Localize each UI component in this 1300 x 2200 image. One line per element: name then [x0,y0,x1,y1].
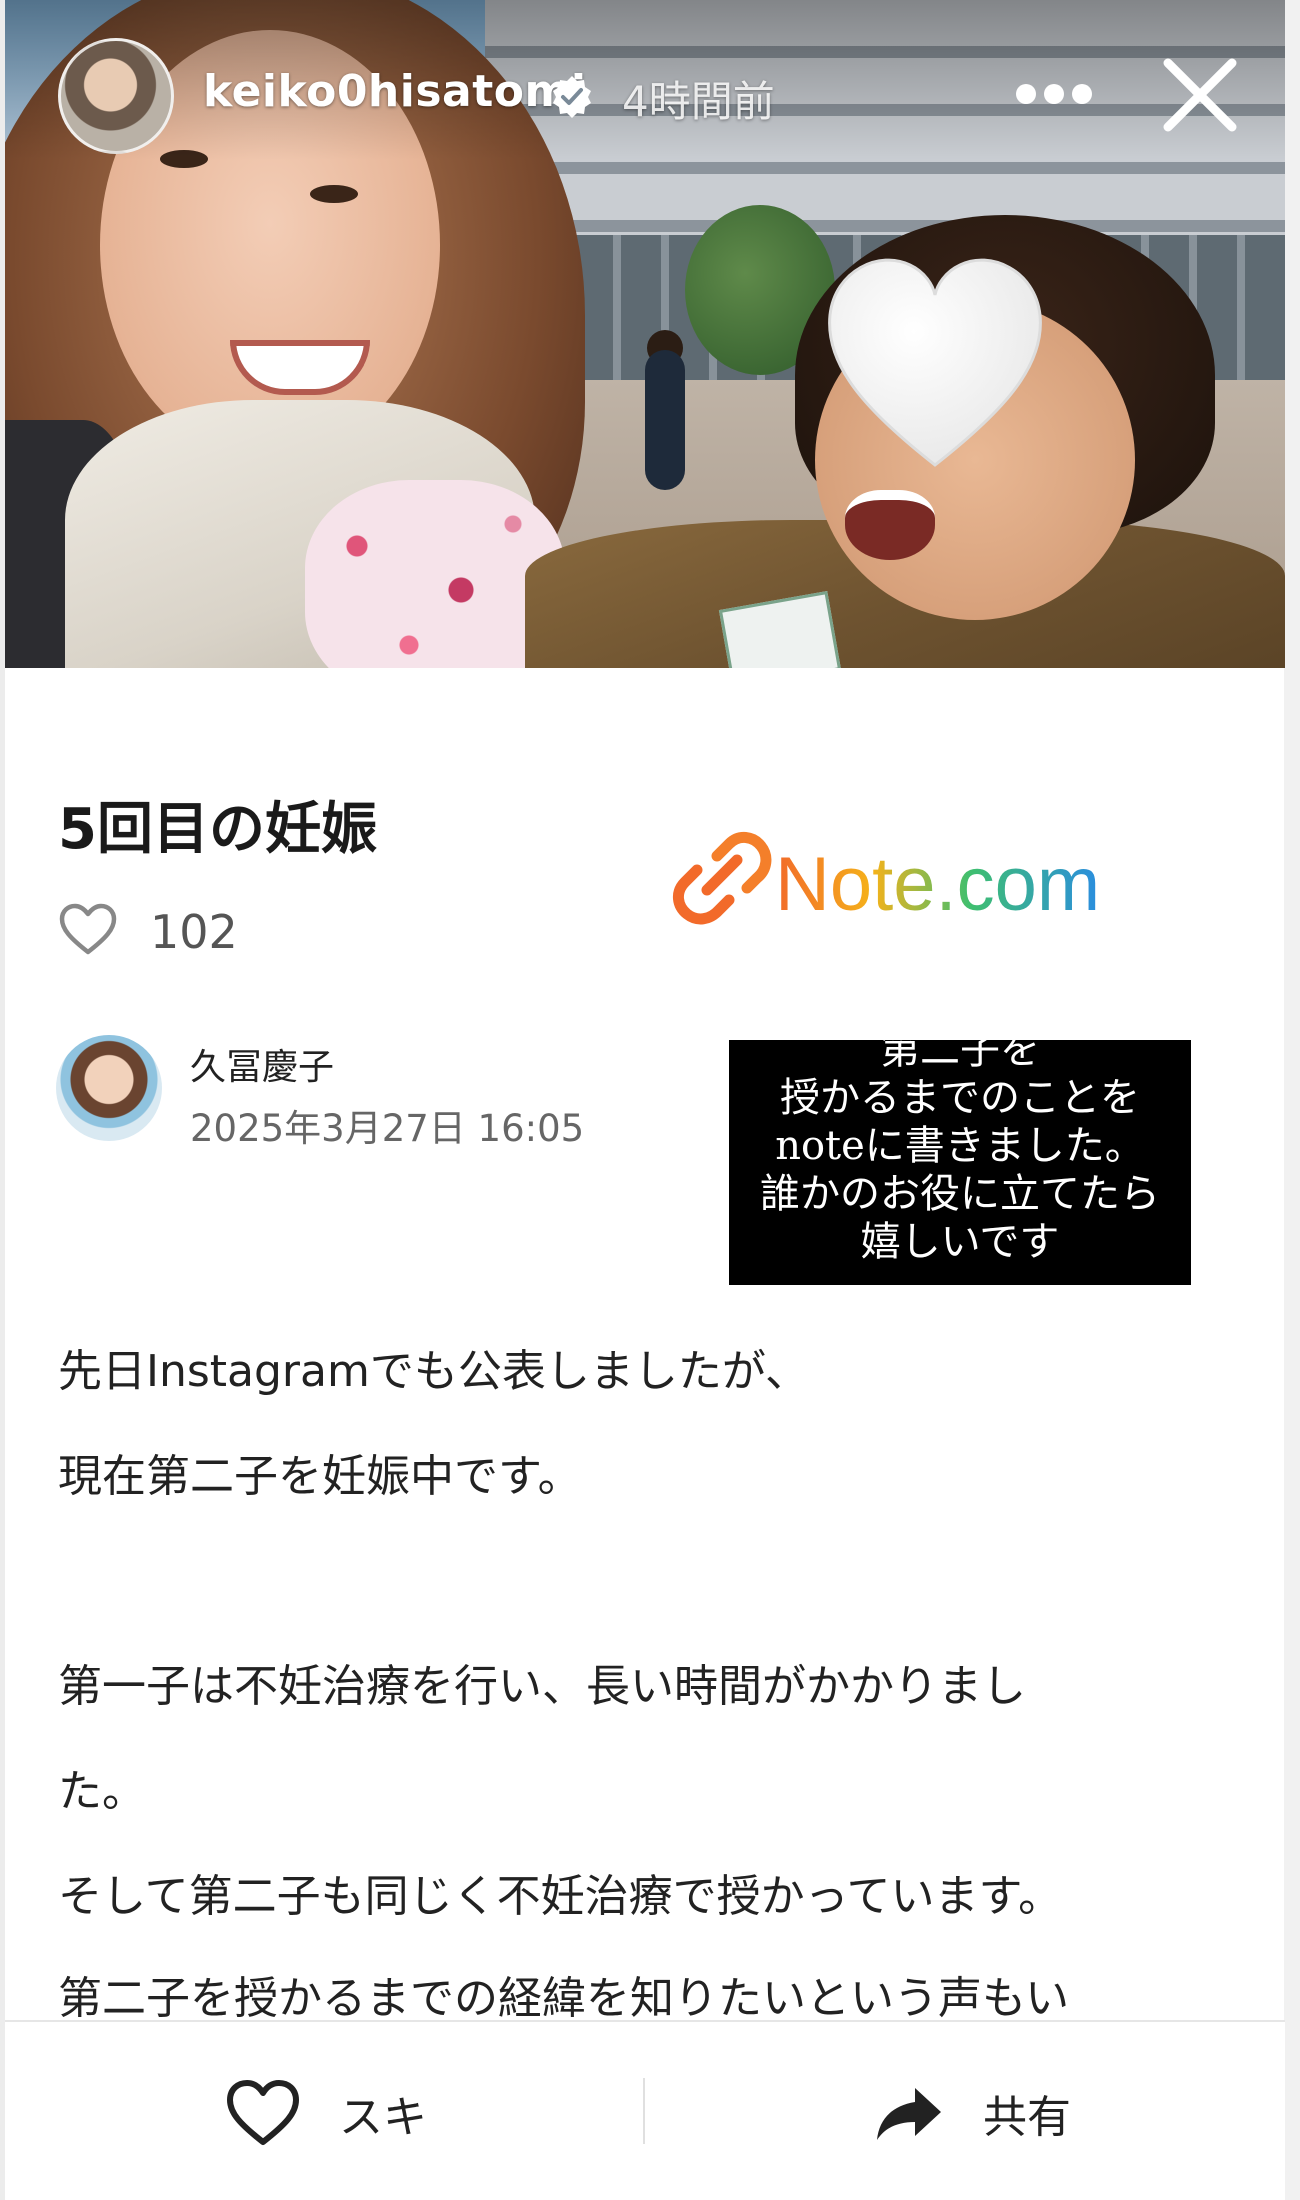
boy-mouth [845,490,935,560]
caption-line: noteに書きました。 [775,1123,1145,1169]
article-body-line: た。 [58,1766,146,1817]
more-dots-icon[interactable] [1014,80,1094,108]
note-com-logo-text: Note.com [775,842,1100,927]
caption-line: 誰かのお役に立てたら [760,1171,1160,1217]
article-body-line: 第二子を授かるまでの経緯を知りたいという声もい [58,1973,1070,2024]
like-button[interactable]: スキ [225,2063,445,2163]
share-arrow-icon [877,2088,941,2140]
verified-badge-icon [553,76,591,118]
like-label: スキ [339,2092,427,2143]
author-name[interactable]: 久冨慶子 [190,1038,334,1090]
heart-sticker-icon [828,258,1042,467]
author-avatar[interactable] [56,1035,162,1141]
heart-outline-icon[interactable] [58,902,118,956]
bottom-bar-separator [643,2078,645,2144]
right-edge [1284,0,1300,2200]
caption-line: 授かるまでのことを [780,1075,1140,1121]
story-caption-box: 第二子を 授かるまでのことを noteに書きました。 誰かのお役に立てたら 嬉し… [729,1040,1191,1285]
article-body-line: 先日Instagramでも公表しましたが、 [58,1346,809,1397]
like-count: 102 [150,905,238,959]
caption-line: 第二子を [880,1040,1040,1073]
heart-outline-icon [227,2080,299,2145]
story-avatar[interactable] [58,38,174,154]
close-icon[interactable] [1160,55,1240,135]
background-child [645,350,685,490]
story-time-ago: 4時間前 [622,77,775,126]
article-title: 5回目の妊娠 [58,797,377,862]
woman-eye-right [310,185,358,203]
caption-line: 嬉しいです [860,1219,1060,1265]
note-com-logo: Note.com [673,832,1100,927]
share-label: 共有 [983,2092,1071,2143]
story-username[interactable]: keiko0hisatomi [203,66,586,117]
article-body-line: 第一子は不妊治療を行い、長い時間がかかりまし [58,1661,1026,1712]
post-date: 2025年3月27日 16:05 [190,1107,585,1150]
share-button[interactable]: 共有 [875,2063,1135,2163]
article-body-line: そして第二子も同じく不妊治療で授かっています。 [58,1871,1063,1922]
article-body-line: 現在第二子を妊娠中です。 [58,1451,582,1502]
story-viewer: keiko0hisatomi 4時間前 5回目の妊娠 Note.com 102 … [0,0,1300,2200]
